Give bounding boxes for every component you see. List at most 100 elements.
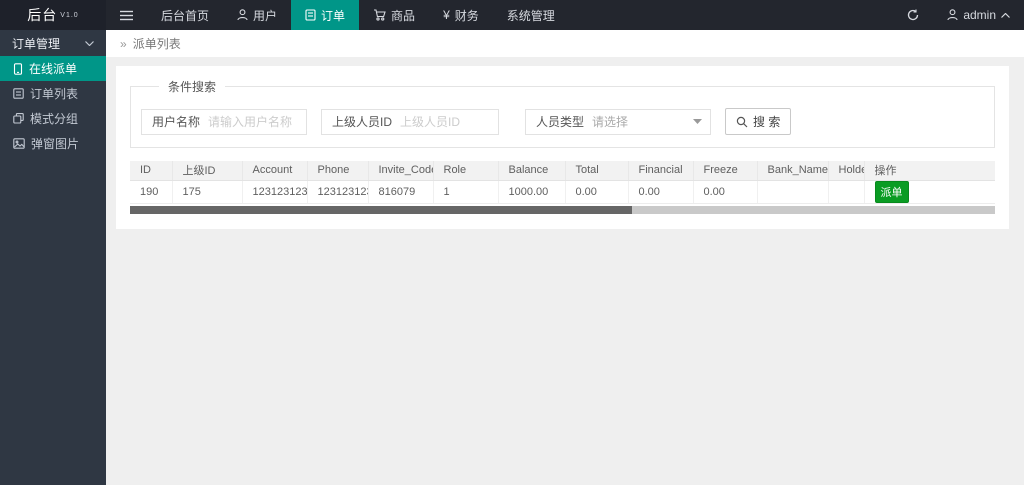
header-right: admin — [893, 0, 1024, 30]
header-spacer — [569, 0, 894, 30]
cell-actions: 派单 — [863, 180, 995, 204]
nav-item-label: 用户 — [253, 8, 278, 23]
col-total: Total — [564, 161, 628, 181]
cell-balance: 1000.00 — [497, 180, 565, 204]
nav-item-goods[interactable]: 商品 — [359, 0, 429, 30]
col-freeze: Freeze — [692, 161, 757, 181]
username-label: 用户名称 — [152, 115, 201, 129]
sidebar-item-label: 弹窗图片 — [31, 137, 80, 151]
breadcrumb-chevrons-icon: » — [120, 36, 127, 51]
sidebar-item-order-list[interactable]: 订单列表 — [0, 81, 106, 106]
data-table-wrap: ID 上级ID Account Phone Invite_Code Role B… — [130, 161, 995, 214]
role-type-selected-value: 请选择 — [592, 115, 629, 129]
cell-freeze: 0.00 — [692, 180, 757, 204]
sidebar-item-label: 在线派单 — [29, 62, 78, 76]
search-button[interactable]: 搜 索 — [725, 108, 792, 135]
user-icon — [947, 9, 958, 21]
breadcrumb: » 派单列表 — [106, 30, 1024, 57]
table-header-row: ID 上级ID Account Phone Invite_Code Role B… — [130, 161, 995, 181]
chevron-down-icon — [85, 40, 94, 46]
data-table: ID 上级ID Account Phone Invite_Code Role B… — [130, 161, 995, 204]
cell-account: 123123123 — [241, 180, 307, 204]
collapse-sidebar-button[interactable] — [106, 0, 147, 30]
search-panel: 条件搜索 用户名称 上级人员ID 人员类型 请选择 — [130, 78, 995, 148]
top-nav: 后台首页 用户 订单 商品 ¥ 财务 系统管理 — [106, 0, 569, 30]
select-arrow-icon — [693, 119, 703, 124]
nav-item-label: 后台首页 — [161, 8, 210, 23]
nav-item-users[interactable]: 用户 — [223, 0, 291, 30]
cell-holder-name — [827, 180, 864, 204]
cell-invite-code: 816079 — [367, 180, 433, 204]
search-button-label: 搜 索 — [753, 115, 781, 129]
horizontal-scrollbar[interactable] — [130, 205, 995, 214]
sidebar: 订单管理 在线派单 订单列表 模式分组 弹窗图片 — [0, 30, 106, 485]
yen-icon: ¥ — [443, 8, 450, 22]
username-input[interactable] — [208, 114, 307, 129]
col-account: Account — [241, 161, 307, 181]
col-holder-name: Holder_Name — [827, 161, 864, 181]
search-icon — [736, 116, 748, 127]
sidebar-section-label: 订单管理 — [12, 36, 61, 51]
main-content: » 派单列表 条件搜索 用户名称 上级人员ID 人员类型 请选择 — [106, 30, 1024, 485]
sidebar-item-label: 模式分组 — [30, 112, 79, 126]
app-version: V1.0 — [60, 11, 79, 19]
cell-role: 1 — [432, 180, 498, 204]
cell-total: 0.00 — [564, 180, 628, 204]
col-parent-id: 上级ID — [171, 161, 242, 181]
cell-financial: 0.00 — [627, 180, 693, 204]
col-financial: Financial — [627, 161, 693, 181]
role-type-select[interactable]: 请选择 — [592, 113, 710, 130]
nav-item-orders[interactable]: 订单 — [291, 0, 360, 30]
phone-icon — [13, 62, 23, 75]
col-actions: 操作 — [863, 161, 995, 181]
refresh-icon — [908, 9, 919, 21]
chevron-up-icon — [1001, 12, 1010, 18]
col-invite-code: Invite_Code — [367, 161, 433, 181]
col-phone: Phone — [306, 161, 368, 181]
app-logo: 后台 V1.0 — [0, 0, 106, 30]
sidebar-section-order-management[interactable]: 订单管理 — [0, 30, 106, 56]
nav-item-finance[interactable]: ¥ 财务 — [429, 0, 493, 30]
sidebar-item-mode-group[interactable]: 模式分组 — [0, 106, 106, 131]
app-title: 后台 — [27, 7, 58, 23]
role-type-group: 人员类型 请选择 — [525, 108, 712, 135]
cell-parent-id: 175 — [171, 180, 242, 204]
image-icon — [13, 138, 25, 149]
cart-icon — [374, 9, 386, 21]
list-icon — [13, 88, 24, 99]
dispatch-button[interactable]: 派单 — [874, 180, 909, 202]
cell-phone: 123123123 — [306, 180, 368, 204]
username: admin — [963, 8, 996, 22]
sidebar-item-online-dispatch[interactable]: 在线派单 — [0, 56, 106, 81]
top-header: 后台 V1.0 后台首页 用户 订单 商品 ¥ 财务 系统管理 admin — [0, 0, 1024, 30]
col-id: ID — [130, 161, 172, 181]
username-group: 用户名称 — [141, 108, 308, 135]
parent-id-input[interactable] — [400, 114, 499, 129]
nav-item-home[interactable]: 后台首页 — [147, 0, 223, 30]
user-icon — [237, 9, 248, 21]
sidebar-item-popup-image[interactable]: 弹窗图片 — [0, 131, 106, 156]
refresh-button[interactable] — [893, 0, 933, 30]
hamburger-icon — [120, 10, 133, 20]
parent-id-label: 上级人员ID — [332, 115, 393, 129]
search-form-row: 用户名称 上级人员ID 人员类型 请选择 搜 索 — [141, 108, 984, 135]
user-menu[interactable]: admin — [933, 0, 1024, 30]
nav-item-system[interactable]: 系统管理 — [493, 0, 569, 30]
content-card: 条件搜索 用户名称 上级人员ID 人员类型 请选择 — [116, 66, 1009, 229]
copy-group-icon — [13, 113, 24, 124]
search-panel-legend: 条件搜索 — [168, 80, 217, 94]
cell-id: 190 — [130, 180, 172, 204]
sidebar-item-label: 订单列表 — [30, 87, 79, 101]
col-balance: Balance — [497, 161, 565, 181]
nav-item-label: 财务 — [454, 8, 479, 23]
nav-item-label: 商品 — [391, 8, 416, 23]
parent-id-group: 上级人员ID — [321, 108, 500, 135]
nav-item-label: 系统管理 — [506, 8, 555, 23]
page-title: 派单列表 — [132, 37, 181, 51]
order-file-icon — [305, 9, 316, 21]
nav-item-label: 订单 — [321, 8, 346, 23]
col-bank-name: Bank_Name — [756, 161, 828, 181]
table-row: 190 175 123123123 123123123 816079 1 100… — [130, 180, 995, 204]
scrollbar-thumb[interactable] — [130, 205, 632, 214]
cell-bank-name — [756, 180, 828, 204]
